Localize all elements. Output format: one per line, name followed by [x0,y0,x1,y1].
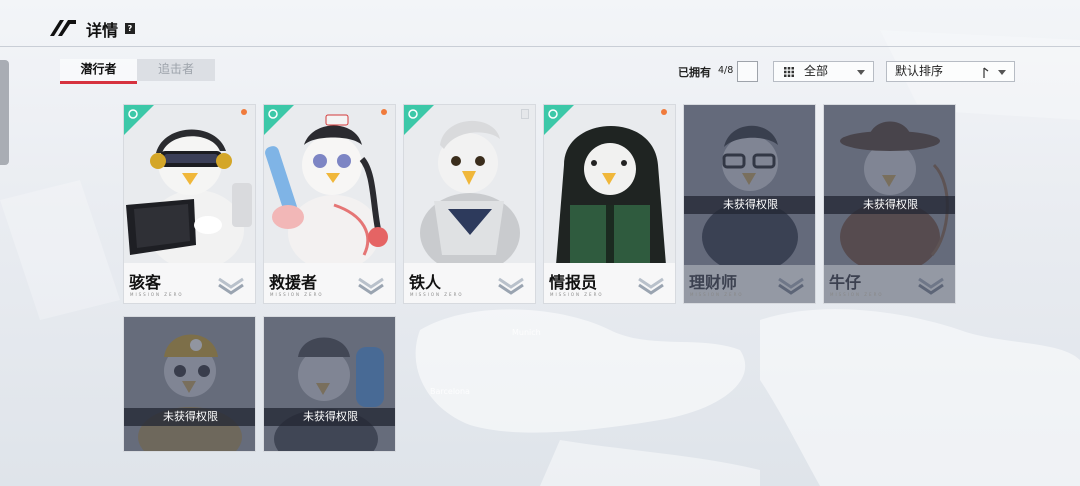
owned-only-checkbox[interactable] [737,61,758,82]
rank-chevron-icon [918,277,944,295]
rank-chevron-icon [638,277,664,295]
character-card-miner[interactable]: 未获得权限 [123,316,256,452]
map-label-munich: Munich [512,328,541,337]
card-subtitle: MISSION ZERO [130,292,184,297]
card-subtitle: MISSION ZERO [270,292,324,297]
character-card-intel-agent[interactable]: 情报员 MISSION ZERO [543,104,676,304]
owned-label: 已拥有 [678,66,711,79]
card-subtitle: MISSION ZERO [410,292,464,297]
sort-value: 默认排序 [895,64,944,78]
page-title: 详情 [86,21,119,40]
character-card-rescuer[interactable]: 救援者 MISSION ZERO [263,104,396,304]
rank-chevron-icon [778,277,804,295]
help-icon[interactable]: ? [125,23,135,34]
chevron-down-icon [857,70,865,75]
game-logo-icon [50,20,76,36]
bookmark-icon [521,109,529,119]
locked-overlay [124,317,255,451]
owned-badge-icon [404,105,434,135]
character-card-fisherman[interactable]: 未获得权限 [263,316,396,452]
character-card-financier[interactable]: 未获得权限 理财师 MISSION ZERO [683,104,816,304]
tab-chaser[interactable]: 追击者 [137,59,215,81]
locked-overlay [264,317,395,451]
owned-badge-icon [264,105,294,135]
card-name: 情报员 [549,273,598,292]
owned-badge-icon [124,105,154,135]
grid-icon [784,67,794,77]
top-header: 详情 ? [0,0,1080,47]
new-indicator-dot [381,109,387,115]
rank-chevron-icon [358,277,384,295]
character-card-cowboy[interactable]: 未获得权限 牛仔 MISSION ZERO [823,104,956,304]
new-indicator-dot [661,109,667,115]
character-card-ironman[interactable]: 铁人 MISSION ZERO [403,104,536,304]
rank-chevron-icon [218,277,244,295]
category-filter-dropdown[interactable]: 全部 [773,61,874,82]
category-filter-value: 全部 [804,64,829,78]
card-name: 牛仔 [829,273,862,292]
tab-stalker[interactable]: 潜行者 [60,59,137,84]
map-label-barcelona: Barcelona [430,387,470,396]
card-name: 骇客 [129,273,162,292]
owned-badge-icon [544,105,574,135]
locked-banner: 未获得权限 [264,408,395,426]
sort-order-icon[interactable] [983,66,989,78]
sort-dropdown[interactable]: 默认排序 [886,61,1015,82]
card-name: 铁人 [409,273,442,292]
card-subtitle: MISSION ZERO [690,292,744,297]
owned-count: 4/8 [718,65,734,76]
locked-banner: 未获得权限 [684,196,815,214]
new-indicator-dot [241,109,247,115]
card-subtitle: MISSION ZERO [830,292,884,297]
card-name: 救援者 [269,273,318,292]
side-drawer-handle[interactable] [0,60,9,165]
card-subtitle: MISSION ZERO [550,292,604,297]
card-name: 理财师 [689,273,738,292]
chevron-down-icon [998,70,1006,75]
rank-chevron-icon [498,277,524,295]
locked-banner: 未获得权限 [124,408,255,426]
character-card-hacker[interactable]: 骇客 MISSION ZERO [123,104,256,304]
locked-banner: 未获得权限 [824,196,955,214]
